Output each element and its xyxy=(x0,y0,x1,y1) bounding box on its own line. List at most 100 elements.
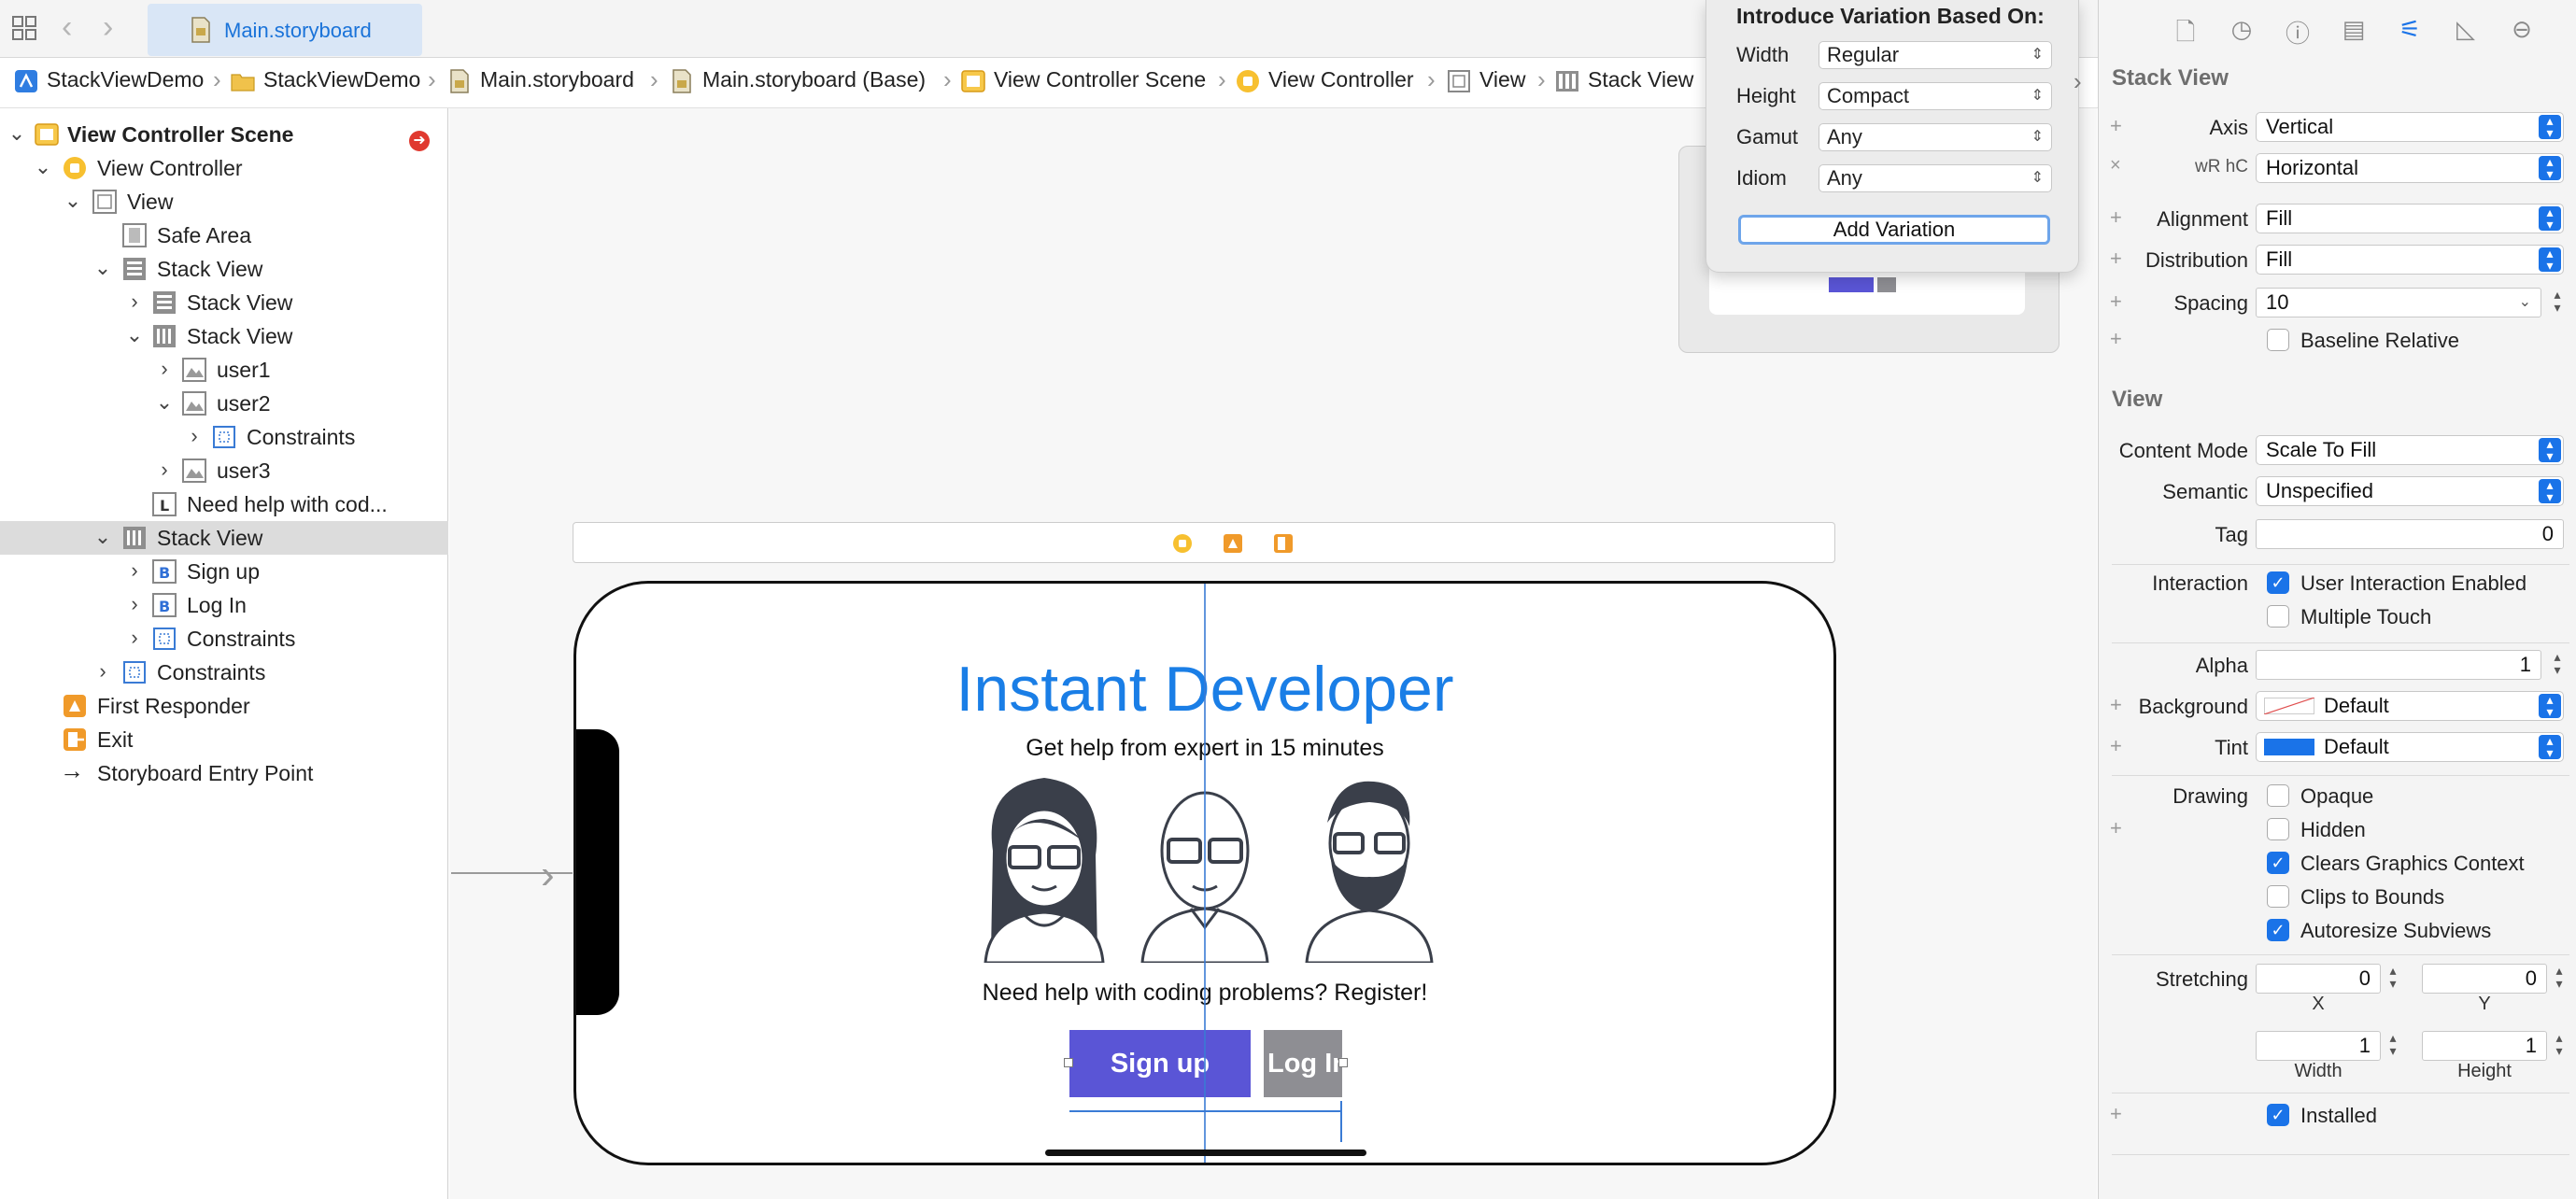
outline-row-label[interactable]: L Need help with cod... xyxy=(0,487,448,521)
outline-row-stack-view[interactable]: ⌄ Stack View xyxy=(0,319,448,353)
variation-width-select[interactable]: Regular ⇕ xyxy=(1819,41,2052,69)
chevron-right-icon[interactable]: › xyxy=(155,357,174,381)
stretch-width-field[interactable]: 1 xyxy=(2256,1031,2381,1061)
chevron-down-icon[interactable]: ⌄ xyxy=(93,256,112,280)
stretch-x-stepper[interactable]: ▴ ▾ xyxy=(2385,964,2401,994)
selection-handle[interactable] xyxy=(1064,1058,1073,1067)
first-responder-icon[interactable] xyxy=(1222,532,1244,555)
autoresize-checkbox[interactable]: ✓ xyxy=(2267,919,2289,941)
outline-row-stack-view-selected[interactable]: ⌄ Stack View xyxy=(0,521,448,555)
chevron-right-icon[interactable]: › xyxy=(125,592,144,616)
plus-icon[interactable]: + xyxy=(2110,816,2122,840)
chevron-down-icon[interactable]: ⌄ xyxy=(93,525,112,549)
breadcrumb-storyboard[interactable]: Main.storyboard xyxy=(446,67,634,94)
outline-row-constraints[interactable]: › Constraints xyxy=(0,622,448,656)
grid-icon[interactable] xyxy=(11,15,37,41)
stretch-y-field[interactable]: 0 xyxy=(2422,964,2547,994)
multiple-touch-checkbox[interactable] xyxy=(2267,605,2289,628)
size-inspector-icon[interactable]: ◺ xyxy=(2452,15,2480,43)
user3-avatar-image[interactable] xyxy=(1299,767,1439,963)
breadcrumb-view-controller[interactable]: View Controller xyxy=(1235,67,1414,94)
opaque-checkbox[interactable] xyxy=(2267,784,2289,807)
plus-icon[interactable]: + xyxy=(2110,327,2122,351)
spacing-field[interactable]: 10 ⌄ xyxy=(2256,288,2541,317)
selection-handle[interactable] xyxy=(1338,1058,1348,1067)
variation-gamut-select[interactable]: Any ⇕ xyxy=(1819,123,2052,151)
chevron-down-icon[interactable]: ⌄ xyxy=(7,121,26,146)
attributes-inspector-icon[interactable]: ⚟ xyxy=(2396,15,2424,43)
outline-row-exit[interactable]: Exit xyxy=(0,723,448,756)
distribution-select[interactable]: Fill ▴ ▾ xyxy=(2256,245,2564,275)
remove-variation-icon[interactable]: × xyxy=(2110,155,2121,176)
user1-avatar-image[interactable] xyxy=(974,767,1114,963)
outline-row-view-controller[interactable]: ⌄ View Controller xyxy=(0,151,448,185)
breadcrumb-folder[interactable]: StackViewDemo xyxy=(230,67,420,94)
outline-row-log-in[interactable]: › B Log In xyxy=(0,588,448,622)
tint-color-select[interactable]: Default ▴ ▾ xyxy=(2256,732,2564,762)
outline-row-constraints[interactable]: › Constraints xyxy=(0,656,448,689)
sign-up-button[interactable]: Sign up xyxy=(1069,1030,1251,1097)
alpha-field[interactable]: 1 xyxy=(2256,650,2541,680)
scene-dock[interactable] xyxy=(573,522,1835,563)
breadcrumb-stack-view[interactable]: Stack View xyxy=(1554,67,1693,94)
chevron-down-icon[interactable]: ⌄ xyxy=(64,189,82,213)
view-controller-icon[interactable] xyxy=(1171,532,1194,555)
stretch-height-field[interactable]: 1 xyxy=(2422,1031,2547,1061)
chevron-right-icon[interactable]: › xyxy=(125,289,144,314)
history-icon[interactable]: ◷ xyxy=(2228,15,2256,43)
outline-row-view[interactable]: ⌄ View xyxy=(0,185,448,219)
alignment-select[interactable]: Fill ▴ ▾ xyxy=(2256,204,2564,233)
log-in-button[interactable]: Log In xyxy=(1264,1030,1342,1097)
file-inspector-icon[interactable]: 🗋 xyxy=(2172,15,2200,46)
variation-idiom-select[interactable]: Any ⇕ xyxy=(1819,164,2052,192)
outline-row-safe-area[interactable]: Safe Area xyxy=(0,219,448,252)
tag-field[interactable]: 0 xyxy=(2256,519,2564,549)
breadcrumb-scene[interactable]: View Controller Scene xyxy=(960,67,1206,94)
connections-inspector-icon[interactable]: ⊖ xyxy=(2508,15,2536,43)
plus-icon[interactable]: + xyxy=(2110,205,2122,230)
variation-height-select[interactable]: Compact ⇕ xyxy=(1819,82,2052,110)
hidden-checkbox[interactable] xyxy=(2267,818,2289,840)
clears-graphics-checkbox[interactable]: ✓ xyxy=(2267,852,2289,874)
outline-row-entry-point[interactable]: → Storyboard Entry Point xyxy=(0,756,448,790)
chevron-down-icon[interactable]: ⌄ xyxy=(34,155,52,179)
forward-arrow-icon[interactable]: › xyxy=(103,9,113,46)
installed-checkbox[interactable]: ✓ xyxy=(2267,1104,2289,1126)
chevron-down-icon[interactable]: ⌄ xyxy=(155,390,174,415)
chevron-down-icon[interactable]: ⌄ xyxy=(2519,289,2531,317)
clips-to-bounds-checkbox[interactable] xyxy=(2267,885,2289,908)
stretch-x-field[interactable]: 0 xyxy=(2256,964,2381,994)
back-arrow-icon[interactable]: ‹ xyxy=(62,9,72,46)
outline-row-sign-up[interactable]: › B Sign up xyxy=(0,555,448,588)
plus-icon[interactable]: + xyxy=(2110,114,2122,138)
outline-row-stack-view[interactable]: ⌄ Stack View xyxy=(0,252,448,286)
stretch-width-stepper[interactable]: ▴ ▾ xyxy=(2385,1031,2401,1061)
background-color-select[interactable]: Default ▴ ▾ xyxy=(2256,691,2564,721)
semantic-select[interactable]: Unspecified ▴ ▾ xyxy=(2256,476,2564,506)
exit-icon[interactable] xyxy=(1272,532,1295,555)
device-frame[interactable]: Instant Developer Get help from expert i… xyxy=(573,581,1836,1165)
chevron-right-icon[interactable]: › xyxy=(93,659,112,684)
chevron-right-icon[interactable]: › xyxy=(125,626,144,650)
baseline-relative-checkbox[interactable] xyxy=(2267,329,2289,351)
chevron-down-icon[interactable]: ⌄ xyxy=(125,323,144,347)
alpha-stepper[interactable]: ▴ ▾ xyxy=(2549,650,2566,680)
outline-row-first-responder[interactable]: First Responder xyxy=(0,689,448,723)
chevron-right-icon[interactable]: › xyxy=(155,458,174,482)
plus-icon[interactable]: + xyxy=(2110,1102,2122,1126)
plus-icon[interactable]: + xyxy=(2110,289,2122,314)
outline-row-user3[interactable]: › user3 xyxy=(0,454,448,487)
chevron-right-icon[interactable]: › xyxy=(185,424,204,448)
breadcrumb-view[interactable]: View xyxy=(1446,67,1525,94)
spacing-stepper[interactable]: ▴ ▾ xyxy=(2549,288,2566,317)
breadcrumb-project[interactable]: StackViewDemo xyxy=(13,67,204,94)
axis-variation-select[interactable]: Horizontal ▴ ▾ xyxy=(2256,153,2564,183)
add-variation-button[interactable]: Add Variation xyxy=(1738,215,2050,245)
outline-row-stack-view[interactable]: › Stack View xyxy=(0,286,448,319)
help-icon[interactable]: ⓘ xyxy=(2284,15,2312,48)
error-icon[interactable]: ➜ xyxy=(409,131,430,151)
plus-icon[interactable]: + xyxy=(2110,247,2122,271)
outline-row-user1[interactable]: › user1 xyxy=(0,353,448,387)
axis-select[interactable]: Vertical ▴ ▾ xyxy=(2256,112,2564,142)
chevron-right-icon[interactable]: › xyxy=(125,558,144,583)
